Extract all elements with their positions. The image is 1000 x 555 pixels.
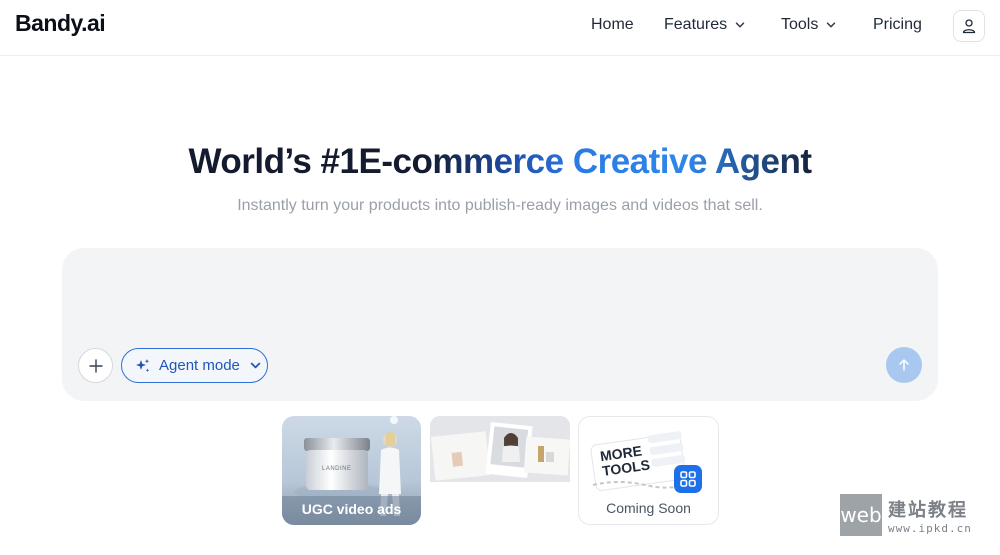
agent-mode-dropdown[interactable]: Agent mode [121,348,268,383]
nav-tools[interactable]: Tools [781,16,836,34]
nav-features[interactable]: Features [664,16,745,34]
chevron-down-icon [735,22,745,28]
nav-pricing-label: Pricing [873,16,922,33]
card-more-tools[interactable]: MORE TOOLS Coming Soon [578,416,719,525]
brand-logo[interactable]: Bandy.ai [15,10,106,37]
send-button[interactable] [886,347,922,383]
hero-title-text: World’s #1E-commerce Creative Agent [188,142,812,181]
nav-home-label: Home [591,16,634,33]
nav-features-label: Features [664,16,728,33]
nav-home[interactable]: Home [591,16,634,34]
chevron-down-icon [827,22,836,28]
user-icon [962,19,976,34]
nav-pricing[interactable]: Pricing [873,16,922,34]
hero-title: World’s #1E-commerce Creative Agent [0,142,1000,182]
nav-tools-label: Tools [781,16,819,33]
agent-mode-label: Agent mode [159,357,240,374]
product-label-text: LANDINE [322,466,352,472]
site-watermark: web 建站教程 www.ipkd.cn [840,494,972,536]
sparkle-icon [136,358,150,372]
product-photos-image [430,416,570,482]
hero-subtitle: Instantly turn your products into publis… [237,197,763,214]
card-product-photos[interactable] [430,416,570,482]
watermark-box: web [840,494,882,536]
top-nav-bar: Bandy.ai Home Features Tools Pricing [0,0,1000,56]
prompt-input-area[interactable]: Agent mode [62,248,938,401]
account-button[interactable] [953,10,985,42]
watermark-url: www.ipkd.cn [888,521,972,535]
card-ugc-video-ads[interactable]: LANDINE UGC video ads [282,416,421,525]
chevron-down-icon [250,362,261,369]
arrow-up-icon [899,359,909,371]
plus-icon [88,358,103,373]
card-label: Coming Soon [606,500,691,516]
watermark-cn-text: 建站教程 [888,499,968,521]
card-label: UGC video ads [301,501,402,517]
add-attachment-button[interactable] [78,348,113,383]
